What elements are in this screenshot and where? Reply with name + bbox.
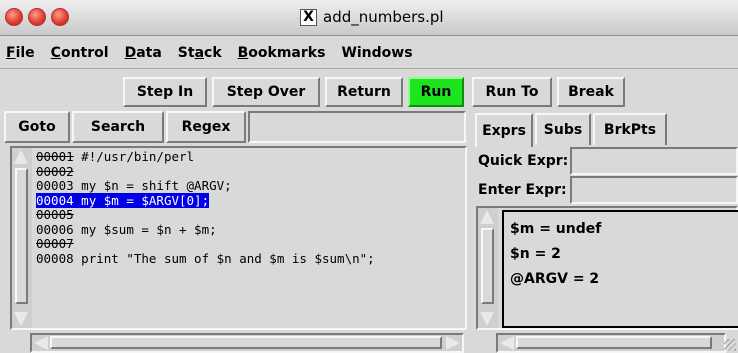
quick-expr-input[interactable] — [570, 147, 738, 175]
tab-subs[interactable]: Subs — [535, 113, 591, 145]
scroll-down-arrow-icon[interactable] — [14, 312, 28, 326]
window-title: add_numbers.pl — [323, 8, 444, 26]
menu-data[interactable]: Data — [117, 45, 170, 61]
menu-windows[interactable]: Windows — [333, 45, 420, 61]
step-over-button[interactable]: Step Over — [212, 77, 320, 107]
line-number[interactable]: 00006 — [36, 222, 74, 237]
x11-icon: X — [300, 8, 317, 26]
scrollbar-thumb[interactable] — [15, 168, 28, 304]
scrollbar-thumb[interactable] — [481, 228, 494, 304]
menu-file[interactable]: File — [0, 45, 43, 61]
zoom-window-button[interactable] — [51, 8, 69, 26]
scroll-right-arrow-icon[interactable] — [446, 336, 460, 350]
tab-brkpts[interactable]: BrkPts — [593, 113, 667, 145]
resize-grip-icon[interactable] — [724, 339, 736, 351]
source-line[interactable]: 00008 print "The sum of $n and $m is $su… — [36, 250, 375, 267]
regex-button[interactable]: Regex — [166, 111, 246, 143]
goto-button[interactable]: Goto — [4, 111, 70, 143]
menu-control[interactable]: Control — [43, 45, 117, 61]
line-number[interactable]: 00004 — [36, 192, 74, 208]
source-line[interactable]: 00006 my $sum = $n + $m; — [36, 221, 375, 238]
source-code-listing[interactable]: 00001 #!/usr/bin/perl 00002 00003 my $n = … — [36, 149, 375, 267]
enter-expr-input[interactable] — [570, 176, 738, 204]
line-number[interactable]: 00007 — [36, 236, 74, 251]
quick-expr-label: Quick Expr: — [478, 153, 569, 169]
menu-bar: File Control Data Stack Bookmarks Window… — [0, 37, 738, 69]
source-line[interactable]: 00001 #!/usr/bin/perl — [36, 149, 375, 165]
expression-item[interactable]: $n = 2 — [510, 242, 734, 267]
expression-item[interactable]: @ARGV = 2 — [510, 267, 734, 292]
source-line[interactable]: 00002 — [36, 164, 375, 180]
title-bar: X add_numbers.pl — [0, 0, 738, 36]
scroll-up-arrow-icon[interactable] — [480, 210, 494, 224]
line-code: my $m = $ARGV[0]; — [73, 192, 210, 208]
debugger-window: X add_numbers.pl File Control Data Stack… — [0, 0, 738, 353]
enter-expr-label: Enter Expr: — [478, 182, 567, 198]
source-pane: 00001 #!/usr/bin/perl 00002 00003 my $n = … — [10, 146, 467, 330]
line-code: my $n = shift @ARGV; — [73, 178, 232, 193]
menu-stack[interactable]: Stack — [170, 45, 230, 61]
menu-bookmarks[interactable]: Bookmarks — [230, 45, 334, 61]
search-button[interactable]: Search — [72, 111, 164, 143]
line-number[interactable]: 00001 — [36, 149, 74, 164]
source-line[interactable]: 00007 — [36, 236, 375, 252]
line-code: #!/usr/bin/perl — [73, 149, 195, 164]
scroll-up-arrow-icon[interactable] — [14, 150, 28, 164]
scrollbar-thumb[interactable] — [50, 336, 442, 349]
window-title-group: X add_numbers.pl — [300, 8, 444, 26]
expr-horizontal-scrollbar[interactable] — [496, 333, 726, 353]
line-number[interactable]: 00008 — [36, 251, 74, 266]
expression-results-pane: $m = undef $n = 2 @ARGV = 2 — [476, 206, 738, 330]
search-input[interactable] — [248, 111, 466, 143]
close-window-button[interactable] — [5, 8, 23, 26]
line-code: my $sum = $n + $m; — [73, 221, 217, 237]
source-line[interactable]: 00005 — [36, 207, 375, 223]
step-in-button[interactable]: Step In — [123, 77, 207, 107]
scrollbar-thumb[interactable] — [516, 336, 712, 349]
line-code: print "The sum of $n and $m is $sum\n"; — [73, 250, 375, 266]
minimize-window-button[interactable] — [28, 8, 46, 26]
break-button[interactable]: Break — [557, 77, 625, 107]
scroll-left-arrow-icon[interactable] — [34, 336, 48, 350]
scroll-down-arrow-icon[interactable] — [480, 312, 494, 326]
expression-list[interactable]: $m = undef $n = 2 @ARGV = 2 — [502, 210, 738, 328]
source-line[interactable]: 00004 my $m = $ARGV[0]; — [36, 192, 375, 209]
line-number[interactable]: 00005 — [36, 207, 74, 222]
tab-exprs[interactable]: Exprs — [475, 113, 533, 147]
source-vertical-scrollbar[interactable] — [12, 148, 32, 328]
line-number[interactable]: 00002 — [36, 164, 74, 179]
scroll-left-arrow-icon[interactable] — [500, 336, 514, 350]
expression-item[interactable]: $m = undef — [510, 217, 734, 242]
run-button[interactable]: Run — [408, 77, 464, 107]
source-horizontal-scrollbar[interactable] — [30, 333, 464, 353]
source-line[interactable]: 00003 my $n = shift @ARGV; — [36, 178, 375, 194]
expr-vertical-scrollbar[interactable] — [478, 208, 498, 328]
line-number[interactable]: 00003 — [36, 178, 74, 193]
return-button[interactable]: Return — [325, 77, 403, 107]
run-to-button[interactable]: Run To — [472, 77, 552, 107]
